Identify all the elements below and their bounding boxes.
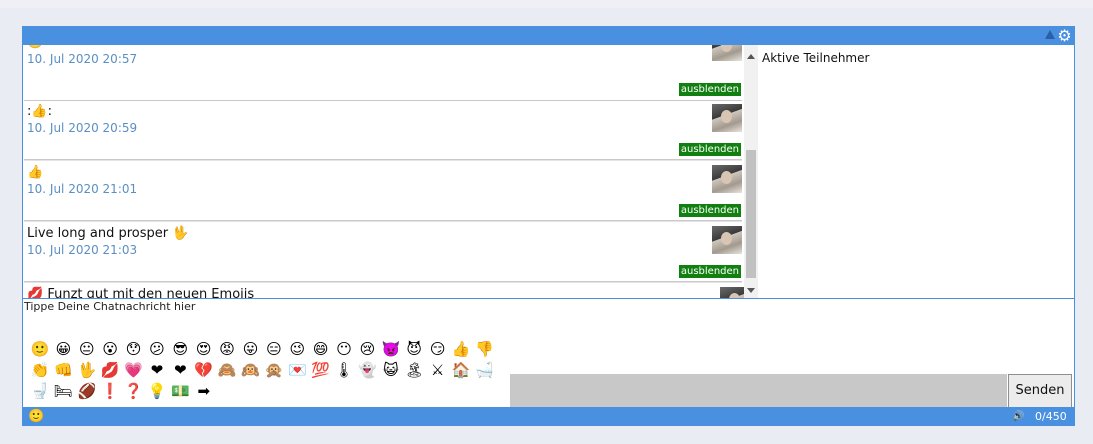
emoji-option[interactable]: 🏝 [404,360,424,380]
emoji-option[interactable]: 😍 [194,339,214,359]
message-input[interactable]: Tippe Deine Chatnachricht hier 🙂 😀 😐 😮 😯 😕 😎 😍 😡… [22,298,1075,408]
emoji-option[interactable]: 😑 [264,339,284,359]
emoji-option[interactable]: ❤ [147,360,167,380]
emoji-option[interactable]: 🙊 [264,360,284,380]
avatar [712,104,742,132]
message-item: :👍: 10. Jul 2020 20:59 ausblenden [24,101,742,160]
emoji-option[interactable]: 🙉 [241,360,261,380]
message-item: 💋 Funzt gut mit den neuen Emojis [24,284,750,298]
emoji-option[interactable]: 😉 [287,339,307,359]
emoji-option[interactable]: ➡ [194,381,214,401]
emoji-option[interactable]: ❗ [100,381,120,401]
emoji-option[interactable]: 💔 [194,360,214,380]
message-input-placeholder: Tippe Deine Chatnachricht hier [24,300,196,313]
message-item: 🙂 10. Jul 2020 20:57 ausblenden [24,45,742,101]
message-timestamp: 10. Jul 2020 20:59 [27,121,138,135]
emoji-option[interactable]: 😶 [334,339,354,359]
emoji-option[interactable]: 🏠 [451,360,471,380]
emoji-option[interactable]: 🖖 [77,360,97,380]
message-text: 💋 Funzt gut mit den neuen Emojis [27,287,255,298]
emoji-picker: 🙂 😀 😐 😮 😯 😕 😎 😍 😡 😛 😑 😉 😄 😶 😢 👿 😈 😏 👍 👎 👏 👊 🖖 💋 💗 ❤ ❤ 💔 🙈 🙉 🙊 💌 💯 🌡 👻 😺 🏝 ⚔ 🏠 🛁… [24,333,510,408]
emoji-toggle-icon[interactable]: 🙂 [28,408,44,425]
emoji-option[interactable]: 🏈 [77,381,97,401]
emoji-option[interactable]: 👍 [451,339,471,359]
emoji-option[interactable]: 🌡 [334,360,354,380]
emoji-option[interactable]: 😢 [357,339,377,359]
emoji-option[interactable]: 💡 [147,381,167,401]
emoji-option[interactable]: 💯 [311,360,331,380]
emoji-option[interactable]: 😕 [147,339,167,359]
emoji-option[interactable]: 😈 [404,339,424,359]
message-text: :👍: [27,104,52,119]
scroll-up-icon[interactable] [747,54,755,59]
hide-message-button[interactable]: ausblenden [678,204,741,217]
emoji-row: 🚽 🛏 🏈 ❗ ❓ 💡 💵 ➡ [30,381,510,402]
message-item: Live long and prosper 🖖 10. Jul 2020 21:… [24,223,742,282]
emoji-option[interactable]: 😡 [217,339,237,359]
emoji-option[interactable]: 👻 [357,360,377,380]
emoji-option[interactable]: 😺 [381,360,401,380]
avatar [712,226,742,254]
emoji-option[interactable]: 🚽 [30,381,50,401]
participants-panel: Aktive Teilnehmer [758,45,1075,298]
emoji-option[interactable]: 😛 [241,339,261,359]
scroll-down-icon[interactable] [747,288,755,293]
emoji-option[interactable]: 💗 [124,360,144,380]
emoji-row: 🙂 😀 😐 😮 😯 😕 😎 😍 😡 😛 😑 😉 😄 😶 😢 👿 😈 😏 👍 👎 [30,339,510,360]
character-counter: 0/450 [1035,410,1067,423]
hide-message-button[interactable]: ausblenden [678,83,741,96]
emoji-option[interactable]: 😄 [311,339,331,359]
emoji-option[interactable]: 🙈 [217,360,237,380]
emoji-option[interactable]: 👊 [53,360,73,380]
scrollbar-thumb[interactable] [746,150,756,278]
gear-icon[interactable]: ⚙ [1056,27,1073,44]
message-timestamp: 10. Jul 2020 21:01 [27,182,138,196]
avatar [712,45,742,61]
send-button[interactable]: Senden [1008,374,1072,408]
emoji-option[interactable]: 💌 [287,360,307,380]
chat-footer-bar: 🙂 🔊 0/450 [22,407,1075,426]
emoji-option[interactable]: 😀 [53,339,73,359]
emoji-option[interactable]: 😎 [170,339,190,359]
emoji-option[interactable]: 💋 [100,360,120,380]
message-text: 🙂 [27,45,43,50]
emoji-option[interactable]: ❤ [170,360,190,380]
chat-widget: ⚙ 🙂 10. Jul 2020 20:57 ausblenden :👍: 10… [22,26,1075,426]
input-toolbar-area [510,374,1007,408]
message-timestamp: 10. Jul 2020 20:57 [27,52,138,66]
page-background [0,0,1093,8]
emoji-option[interactable]: 😐 [77,339,97,359]
participants-label: Aktive Teilnehmer [762,51,870,65]
collapse-icon[interactable] [1045,30,1055,39]
emoji-grid: 🙂 😀 😐 😮 😯 😕 😎 😍 😡 😛 😑 😉 😄 😶 😢 👿 😈 😏 👍 👎 👏 👊 🖖 💋 💗 ❤ ❤ 💔 🙈 🙉 🙊 💌 💯 🌡 👻 😺 🏝 ⚔ 🏠 🛁… [30,339,510,402]
emoji-option[interactable]: 👏 [30,360,50,380]
emoji-option[interactable]: 😮 [100,339,120,359]
hide-message-button[interactable]: ausblenden [678,265,741,278]
message-text: Live long and prosper 🖖 [27,226,189,241]
avatar [712,165,742,193]
emoji-option[interactable]: ⚔ [428,360,448,380]
emoji-row: 👏 👊 🖖 💋 💗 ❤ ❤ 💔 🙈 🙉 🙊 💌 💯 🌡 👻 😺 🏝 ⚔ 🏠 🛁 [30,360,510,381]
message-scrollbar[interactable] [744,45,758,298]
sound-icon[interactable]: 🔊 [1012,410,1024,423]
emoji-option[interactable]: ❓ [124,381,144,401]
message-item: 👍 10. Jul 2020 21:01 ausblenden [24,162,742,221]
chat-header-bar: ⚙ [22,26,1075,45]
message-text: 👍 [27,165,44,180]
hide-message-button[interactable]: ausblenden [678,143,741,156]
emoji-option[interactable]: 👿 [381,339,401,359]
emoji-option[interactable]: 😏 [428,339,448,359]
emoji-option[interactable]: 😯 [124,339,144,359]
message-timestamp: 10. Jul 2020 21:03 [27,243,138,257]
emoji-option[interactable]: 🛏 [53,381,73,401]
message-list[interactable]: 🙂 10. Jul 2020 20:57 ausblenden :👍: 10. … [22,45,759,298]
emoji-option[interactable]: 🛁 [474,360,494,380]
emoji-option[interactable]: 🙂 [30,339,50,359]
emoji-option[interactable]: 👎 [474,339,494,359]
emoji-option[interactable]: 💵 [170,381,190,401]
